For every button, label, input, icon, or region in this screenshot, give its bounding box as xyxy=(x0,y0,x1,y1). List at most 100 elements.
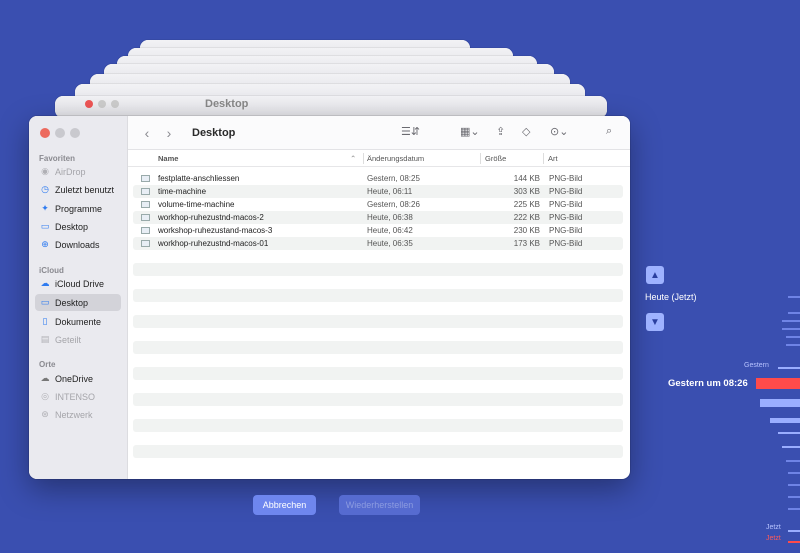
timeline-down-button[interactable]: ▼ xyxy=(646,313,664,331)
file-size: 230 KB xyxy=(513,226,540,235)
restore-button[interactable]: Wiederherstellen xyxy=(339,495,420,515)
file-size: 303 KB xyxy=(513,187,540,196)
sidebar-item-intenso[interactable]: ◎ INTENSO xyxy=(35,388,121,405)
column-name[interactable]: Name xyxy=(158,154,178,163)
timeline-tick[interactable] xyxy=(788,508,800,510)
table-row[interactable]: workhop-ruhezustnd-macos-01 Heute, 06:35… xyxy=(133,237,623,250)
timeline-tick[interactable] xyxy=(788,530,800,532)
file-date: Heute, 06:38 xyxy=(367,213,413,222)
sidebar-item-recents[interactable]: ◷ Zuletzt benutzt xyxy=(35,181,121,198)
file-list: festplatte-anschliessen Gestern, 08:25 1… xyxy=(133,172,623,471)
list-view-icon[interactable]: ☰⇵ xyxy=(401,125,420,138)
sidebar-item-applications[interactable]: ✦ Programme xyxy=(35,200,121,217)
tag-icon[interactable]: ◇ xyxy=(522,125,530,138)
file-kind: PNG-Bild xyxy=(549,200,583,209)
file-date: Heute, 06:35 xyxy=(367,239,413,248)
timeline-tick[interactable] xyxy=(788,484,800,486)
sidebar-item-label: Programme xyxy=(55,203,103,214)
sidebar-item-icloud-desktop[interactable]: ▭ Desktop xyxy=(35,294,121,311)
close-button[interactable] xyxy=(40,128,50,138)
toolbar: ‹ › Desktop ☰⇵ ▦⌄ ⇪ ◇ ⊙⌄ ⌕ xyxy=(128,116,630,150)
group-icon[interactable]: ▦⌄ xyxy=(460,125,480,138)
timeline-tick[interactable] xyxy=(788,296,800,298)
image-file-icon xyxy=(141,201,150,208)
timeline-tick[interactable] xyxy=(786,460,800,462)
file-date: Heute, 06:11 xyxy=(367,187,413,196)
chevron-up-icon: ▲ xyxy=(650,269,660,281)
sidebar-item-documents[interactable]: ▯ Dokumente xyxy=(35,313,121,330)
empty-row xyxy=(133,458,623,471)
column-divider xyxy=(543,153,544,164)
file-size: 173 KB xyxy=(513,239,540,248)
cloud-icon: ☁ xyxy=(40,373,50,383)
table-row[interactable]: workshop-ruhezustand-macos-3 Heute, 06:4… xyxy=(133,224,623,237)
timeline-selected-tick[interactable] xyxy=(756,378,800,389)
timeline-tick[interactable] xyxy=(786,336,800,338)
empty-row xyxy=(133,328,623,341)
zoom-button[interactable] xyxy=(70,128,80,138)
more-actions-icon[interactable]: ⊙⌄ xyxy=(550,125,568,138)
forward-chevron-icon[interactable]: › xyxy=(158,125,180,141)
sidebar-item-label: Zuletzt benutzt xyxy=(55,184,115,195)
sidebar-item-onedrive[interactable]: ☁ OneDrive xyxy=(35,370,121,387)
timeline-tick[interactable] xyxy=(786,344,800,346)
file-size: 144 KB xyxy=(513,174,540,183)
image-file-icon xyxy=(141,227,150,234)
sidebar-item-airdrop[interactable]: ◉ AirDrop xyxy=(35,163,121,180)
file-name: time-machine xyxy=(158,187,207,196)
disk-icon: ◎ xyxy=(41,391,49,401)
sidebar-item-label: Desktop xyxy=(55,221,89,232)
image-file-icon xyxy=(141,188,150,195)
table-row[interactable]: time-machine Heute, 06:11 303 KB PNG-Bil… xyxy=(133,185,623,198)
window-title: Desktop xyxy=(192,126,236,139)
empty-row xyxy=(133,250,623,263)
minimize-button[interactable] xyxy=(55,128,65,138)
section-orte: Orte xyxy=(39,360,56,369)
timeline-tick[interactable] xyxy=(778,367,800,369)
empty-row xyxy=(133,302,623,315)
column-size[interactable]: Größe xyxy=(485,154,506,163)
timeline-jetzt-label: Jetzt xyxy=(766,524,781,531)
empty-row xyxy=(133,354,623,367)
empty-row xyxy=(133,289,623,302)
column-date[interactable]: Änderungsdatum xyxy=(367,154,424,163)
timeline-tick[interactable] xyxy=(778,432,800,434)
file-date: Gestern, 08:25 xyxy=(367,174,420,183)
sidebar-item-label: iCloud Drive xyxy=(55,278,105,289)
share-icon[interactable]: ⇪ xyxy=(496,125,505,138)
timeline-tick[interactable] xyxy=(782,446,800,448)
sidebar-item-label: INTENSO xyxy=(55,391,96,402)
table-row[interactable]: volume-time-machine Gestern, 08:26 225 K… xyxy=(133,198,623,211)
table-row[interactable]: festplatte-anschliessen Gestern, 08:25 1… xyxy=(133,172,623,185)
sidebar-item-icloud-drive[interactable]: ☁ iCloud Drive xyxy=(35,275,121,292)
empty-row xyxy=(133,393,623,406)
sidebar-item-network[interactable]: ⊛ Netzwerk xyxy=(35,406,121,423)
sidebar-item-downloads[interactable]: ⊕ Downloads xyxy=(35,236,121,253)
column-kind[interactable]: Art xyxy=(548,154,558,163)
sidebar-item-label: OneDrive xyxy=(55,373,94,384)
timeline-selected-label: Gestern um 08:26 xyxy=(668,378,748,389)
timeline-tick[interactable] xyxy=(788,312,800,314)
timeline-tick[interactable] xyxy=(760,399,800,407)
background-window-2: Desktop xyxy=(55,96,607,118)
empty-row xyxy=(133,341,623,354)
timeline-tick[interactable] xyxy=(782,320,800,322)
timeline-tick[interactable] xyxy=(770,418,800,423)
cancel-button[interactable]: Abbrechen xyxy=(253,495,316,515)
timeline-jetzt-current-label: Jetzt xyxy=(766,535,781,542)
file-name: workhop-ruhezustnd-macos-2 xyxy=(158,213,264,222)
background-window-title: Desktop xyxy=(205,98,249,110)
file-date: Gestern, 08:26 xyxy=(367,200,420,209)
sidebar-item-shared[interactable]: ▤ Geteilt xyxy=(35,331,121,348)
download-icon: ⊕ xyxy=(41,239,49,249)
timeline-tick[interactable] xyxy=(788,472,800,474)
back-chevron-icon[interactable]: ‹ xyxy=(136,125,158,141)
timeline-up-button[interactable]: ▲ xyxy=(646,266,664,284)
sidebar-item-desktop[interactable]: ▭ Desktop xyxy=(35,218,121,235)
timeline-tick[interactable] xyxy=(788,496,800,498)
search-icon[interactable]: ⌕ xyxy=(606,125,612,138)
sidebar-item-label: Downloads xyxy=(55,239,100,250)
timeline-tick[interactable] xyxy=(782,328,800,330)
table-row[interactable]: workhop-ruhezustnd-macos-2 Heute, 06:38 … xyxy=(133,211,623,224)
timeline-now-tick[interactable] xyxy=(788,541,800,543)
